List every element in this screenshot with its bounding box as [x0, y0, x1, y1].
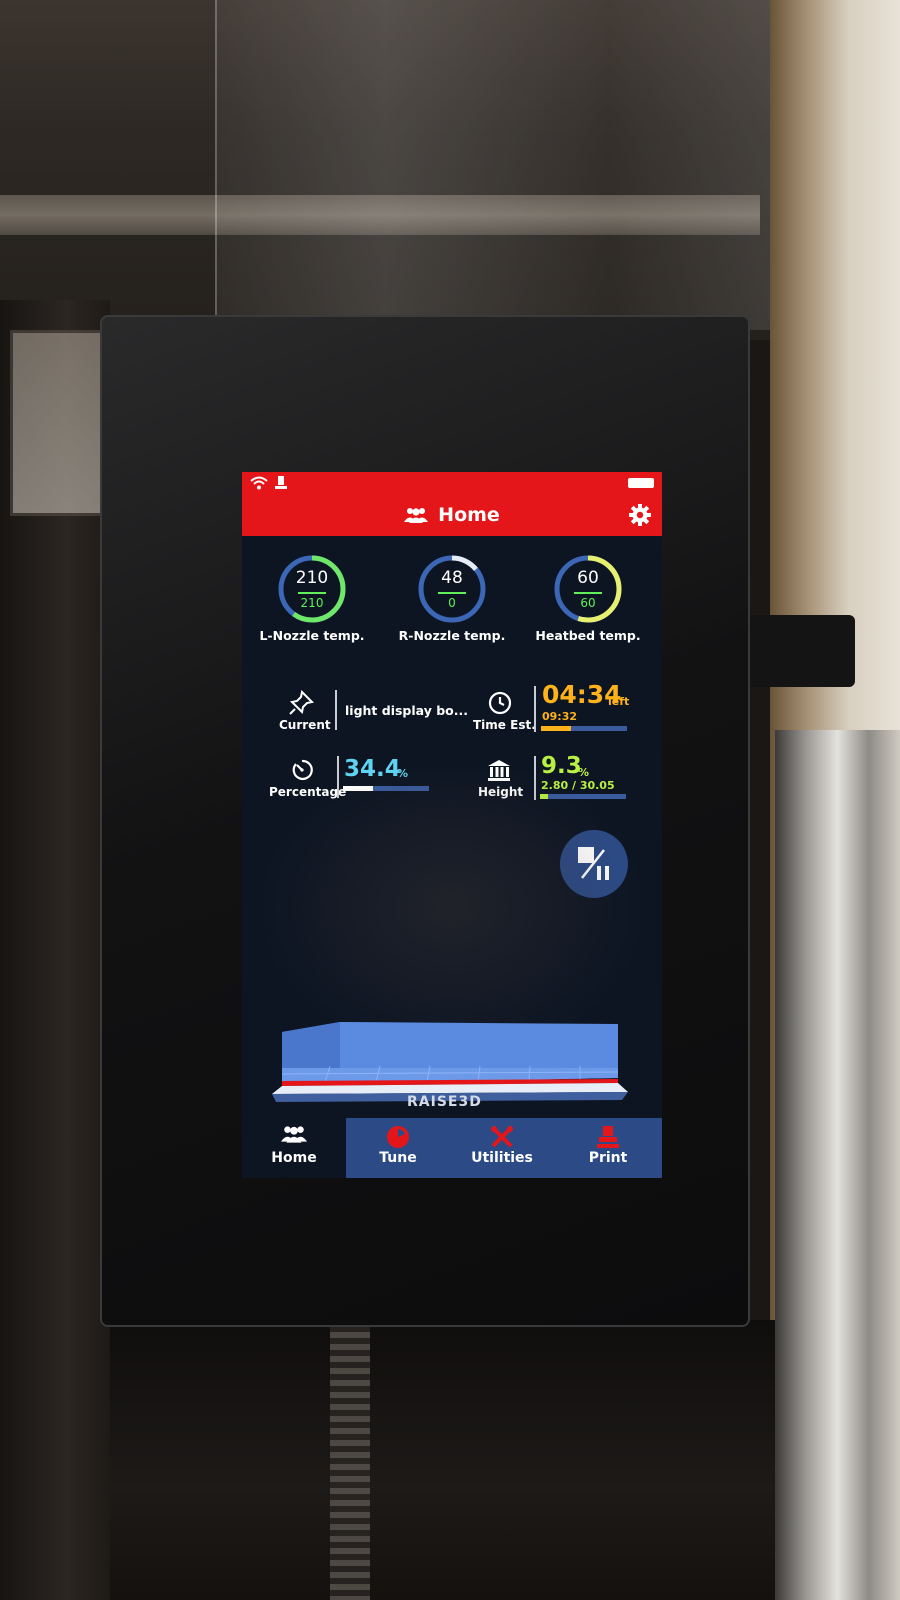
percentage-value: 34.4 [344, 756, 401, 782]
wifi-icon [250, 476, 268, 490]
gauge-divider [574, 592, 602, 594]
time-progress-bar [541, 726, 627, 731]
clock-icon [488, 691, 512, 715]
nav-tune[interactable]: Tune [346, 1118, 450, 1178]
nav-home[interactable]: Home [242, 1118, 346, 1178]
building-icon [488, 760, 510, 781]
background-reflection [10, 330, 106, 516]
gauge-ring [418, 555, 486, 623]
gauge-label: L-Nozzle temp. [259, 628, 365, 643]
gauge-current: 210 [295, 568, 329, 588]
status-bar [242, 472, 662, 494]
gauge-heatbed[interactable]: 60 60 Heatbed temp. [528, 554, 648, 643]
background-foil-roll [775, 730, 900, 1600]
nav-print[interactable]: Print [554, 1118, 662, 1178]
time-remaining-suffix: left [608, 695, 630, 708]
timer-icon [292, 759, 313, 781]
height-progress-bar [540, 794, 626, 799]
tune-icon [387, 1126, 409, 1148]
nav-tune-label: Tune [379, 1150, 417, 1166]
gauge-ring [278, 555, 346, 623]
gauge-divider [298, 592, 326, 594]
height-value: 9.3 [541, 753, 582, 779]
bottom-nav: Home Tune Utilities Print [242, 1118, 662, 1178]
height-unit: % [578, 766, 590, 779]
separator [337, 756, 339, 798]
time-progress-fill [541, 726, 572, 731]
gauge-label: R-Nozzle temp. [398, 628, 506, 643]
percentage-progress-bar [343, 786, 429, 791]
print-icon [597, 1126, 619, 1148]
page-title: Home [438, 504, 500, 526]
users-icon [404, 508, 429, 523]
gauge-target: 210 [300, 596, 324, 610]
height-label: Height [478, 785, 524, 799]
time-est-label: Time Est. [473, 718, 536, 732]
percentage-progress-fill [343, 786, 373, 791]
nav-home-label: Home [271, 1150, 317, 1166]
separator [335, 690, 337, 730]
gauge-left-nozzle[interactable]: 210 210 L-Nozzle temp. [252, 554, 372, 643]
printer-touchscreen: Home 210 210 L-Nozzle temp. 48 0 R-Nozzl… [242, 472, 662, 1178]
gauge-label: Heatbed temp. [535, 628, 641, 643]
separator [534, 686, 536, 732]
brand-logo: RAISE3D [407, 1094, 482, 1110]
separator [534, 756, 536, 800]
battery-icon [628, 478, 654, 488]
stop-pause-button[interactable] [560, 830, 628, 898]
pin-icon [289, 690, 314, 715]
height-detail: 2.80 / 30.05 [541, 779, 615, 792]
percentage-label: Percentage [269, 785, 347, 799]
gauge-divider [438, 592, 466, 594]
gauge-target: 60 [580, 596, 596, 610]
percentage-unit: % [397, 767, 409, 780]
height-progress-fill [540, 794, 548, 799]
gauge-target: 0 [448, 596, 456, 610]
gauge-current: 60 [577, 568, 599, 588]
nav-utilities-label: Utilities [471, 1150, 533, 1166]
background-glass-panel [215, 0, 780, 330]
gauge-ring [554, 555, 622, 623]
users-icon [281, 1126, 307, 1143]
current-label: Current [279, 718, 331, 732]
usb-icon [275, 476, 287, 489]
stop-pause-icon [578, 847, 609, 880]
usb-cable [740, 615, 855, 687]
nav-utilities[interactable]: Utilities [450, 1118, 554, 1178]
gauge-right-nozzle[interactable]: 48 0 R-Nozzle temp. [392, 554, 512, 643]
background-lead-screw [330, 1320, 370, 1600]
time-elapsed: 09:32 [542, 710, 578, 723]
gear-icon[interactable] [628, 503, 652, 527]
tools-icon [491, 1126, 513, 1148]
gauge-current: 48 [441, 568, 463, 588]
current-file-name: light display bo... [345, 703, 468, 718]
background-base [110, 1320, 775, 1600]
title-bar: Home [242, 494, 662, 536]
nav-print-label: Print [588, 1150, 628, 1166]
